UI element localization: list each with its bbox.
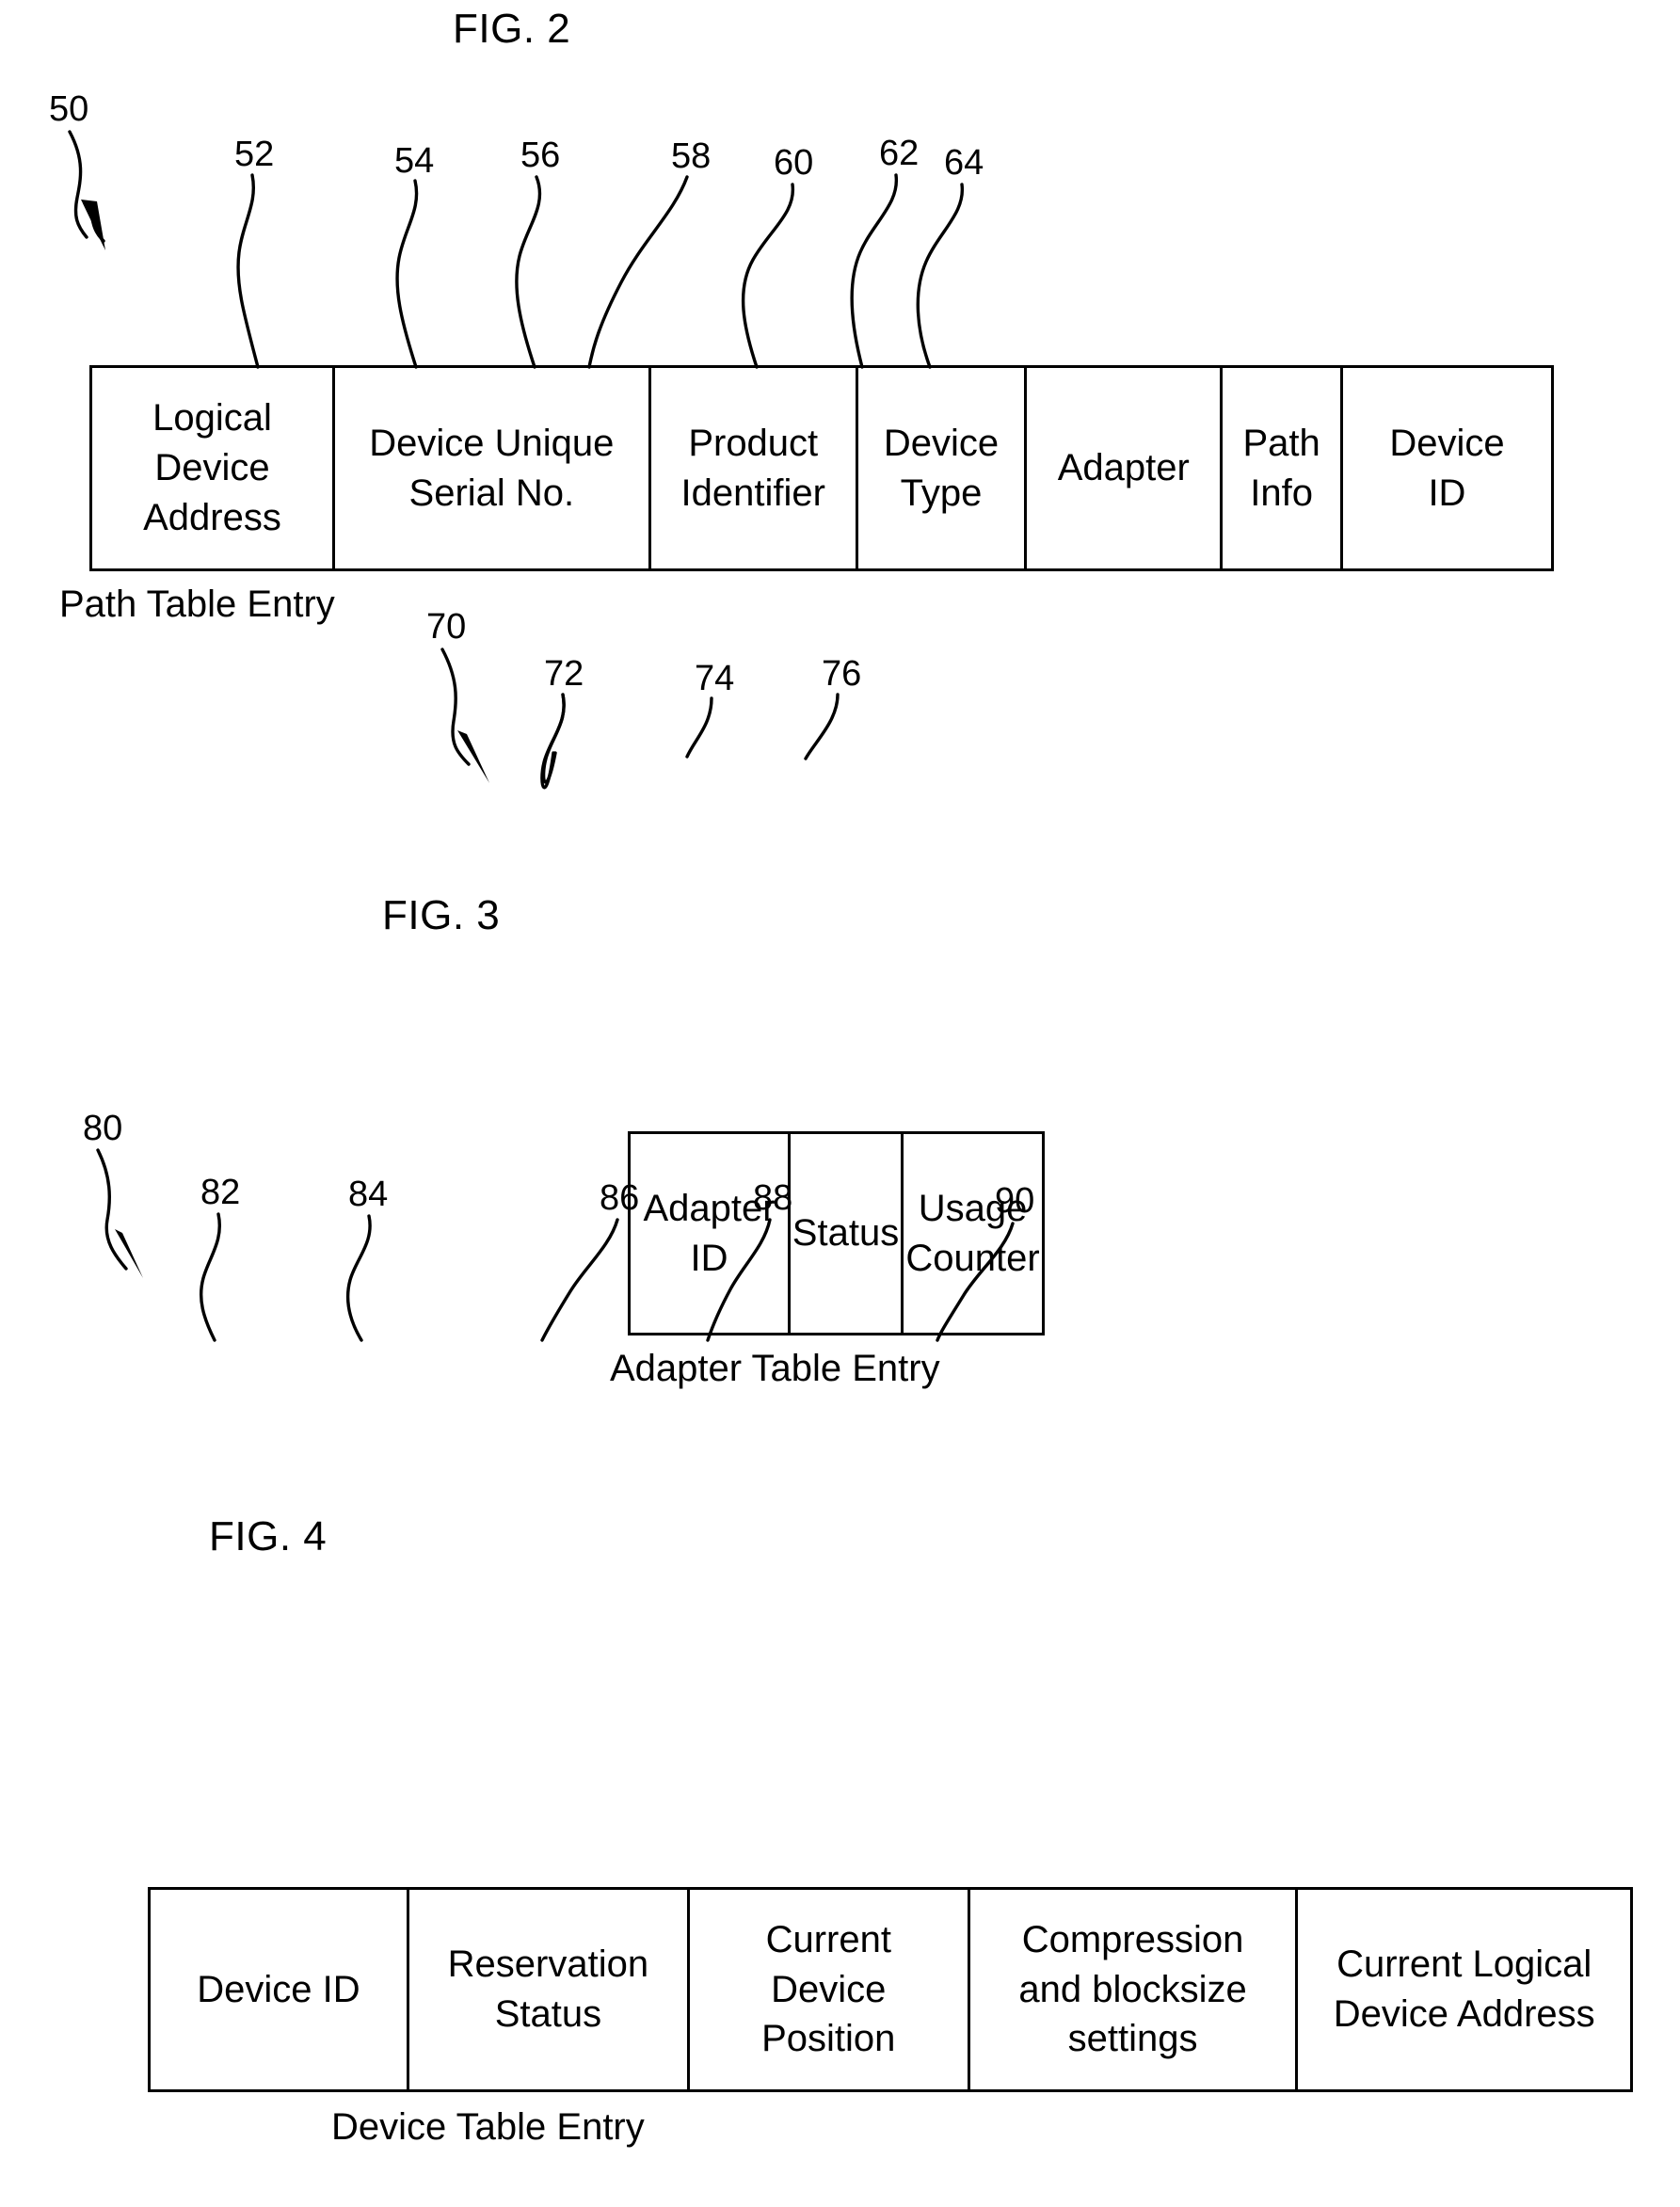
device-table-cell-device-id: Device ID [151,1890,409,2089]
reference-numeral-82: 82 [200,1173,241,1212]
adapter-table-cell-usage-counter: Usage Counter [905,1187,1040,1279]
leader-50 [68,130,105,250]
device-table-entry-caption: Device Table Entry [331,2106,645,2148]
device-table-cell-current-device-position: Current Device Position [690,1890,970,2089]
adapter-table-entry-caption: Adapter Table Entry [610,1348,940,1389]
leader-86 [540,1218,619,1342]
reference-numeral-88: 88 [753,1178,793,1218]
figure-3-title: FIG. 3 [382,892,501,938]
leader-54 [395,179,419,369]
leader-76 [804,693,840,760]
reference-numeral-50: 50 [49,89,89,129]
leader-58 [587,175,689,369]
leader-80 [96,1148,143,1278]
reference-numeral-76: 76 [822,654,862,694]
reference-numeral-90: 90 [995,1181,1035,1221]
leader-74 [685,696,713,759]
reference-numeral-72: 72 [544,654,584,694]
path-table-cell-device-id: Device ID [1389,422,1505,514]
reference-numeral-70: 70 [426,607,467,647]
leader-lines-overlay [68,130,1015,1342]
leader-62 [850,173,898,369]
path-table-cell-path-info: Path Info [1223,368,1343,568]
device-table-cell-reservation-status: Reservation Status [409,1890,690,2089]
path-table-cell-device-unique-serial-no: Device Unique Serial No. [335,368,651,568]
path-table-cell-adapter: Adapter [1027,368,1224,568]
reference-numeral-74: 74 [695,659,735,698]
reference-numeral-60: 60 [774,143,814,183]
device-table-cell-compression-and-blocksize-settings: Compression and blocksize settings [970,1890,1299,2089]
reference-numeral-58: 58 [671,136,712,176]
path-table-cell-logical-device-address: Logical Device Address [92,368,335,568]
reference-numeral-86: 86 [600,1178,640,1218]
figure-2-title: FIG. 2 [453,6,571,52]
leader-56 [515,175,542,369]
leader-72-a [541,693,566,784]
adapter-table-entry-diagram: Adapter ID Status Usage Counter [628,1131,1045,1335]
path-table-cell-device-type: Device Type [858,368,1028,568]
reference-numeral-56: 56 [520,136,561,175]
leader-84 [346,1214,372,1342]
adapter-table-cell-adapter-id: Adapter ID [631,1134,791,1333]
reference-numeral-84: 84 [348,1175,389,1214]
leader-72 [540,693,566,790]
leader-52 [236,173,260,369]
leader-60 [741,183,795,369]
reference-numeral-64: 64 [944,143,984,183]
leader-64 [916,183,964,369]
reference-numeral-52: 52 [234,135,275,174]
device-table-cell-current-logical-device-address: Current Logical Device Address [1333,1943,1595,2035]
figure-4-title: FIG. 4 [209,1513,328,1559]
path-table-cell-product-identifier: Product Identifier [651,368,858,568]
leader-82 [200,1212,221,1342]
device-table-entry-diagram: Device ID Reservation Status Current Dev… [148,1887,1633,2092]
reference-numeral-54: 54 [394,141,435,181]
reference-numeral-62: 62 [879,134,920,173]
path-table-entry-diagram: Logical Device Address Device Unique Ser… [89,365,1554,571]
reference-numeral-80: 80 [83,1109,123,1148]
path-table-entry-caption: Path Table Entry [59,584,335,625]
leader-70 [440,648,489,783]
adapter-table-cell-status: Status [791,1134,904,1333]
